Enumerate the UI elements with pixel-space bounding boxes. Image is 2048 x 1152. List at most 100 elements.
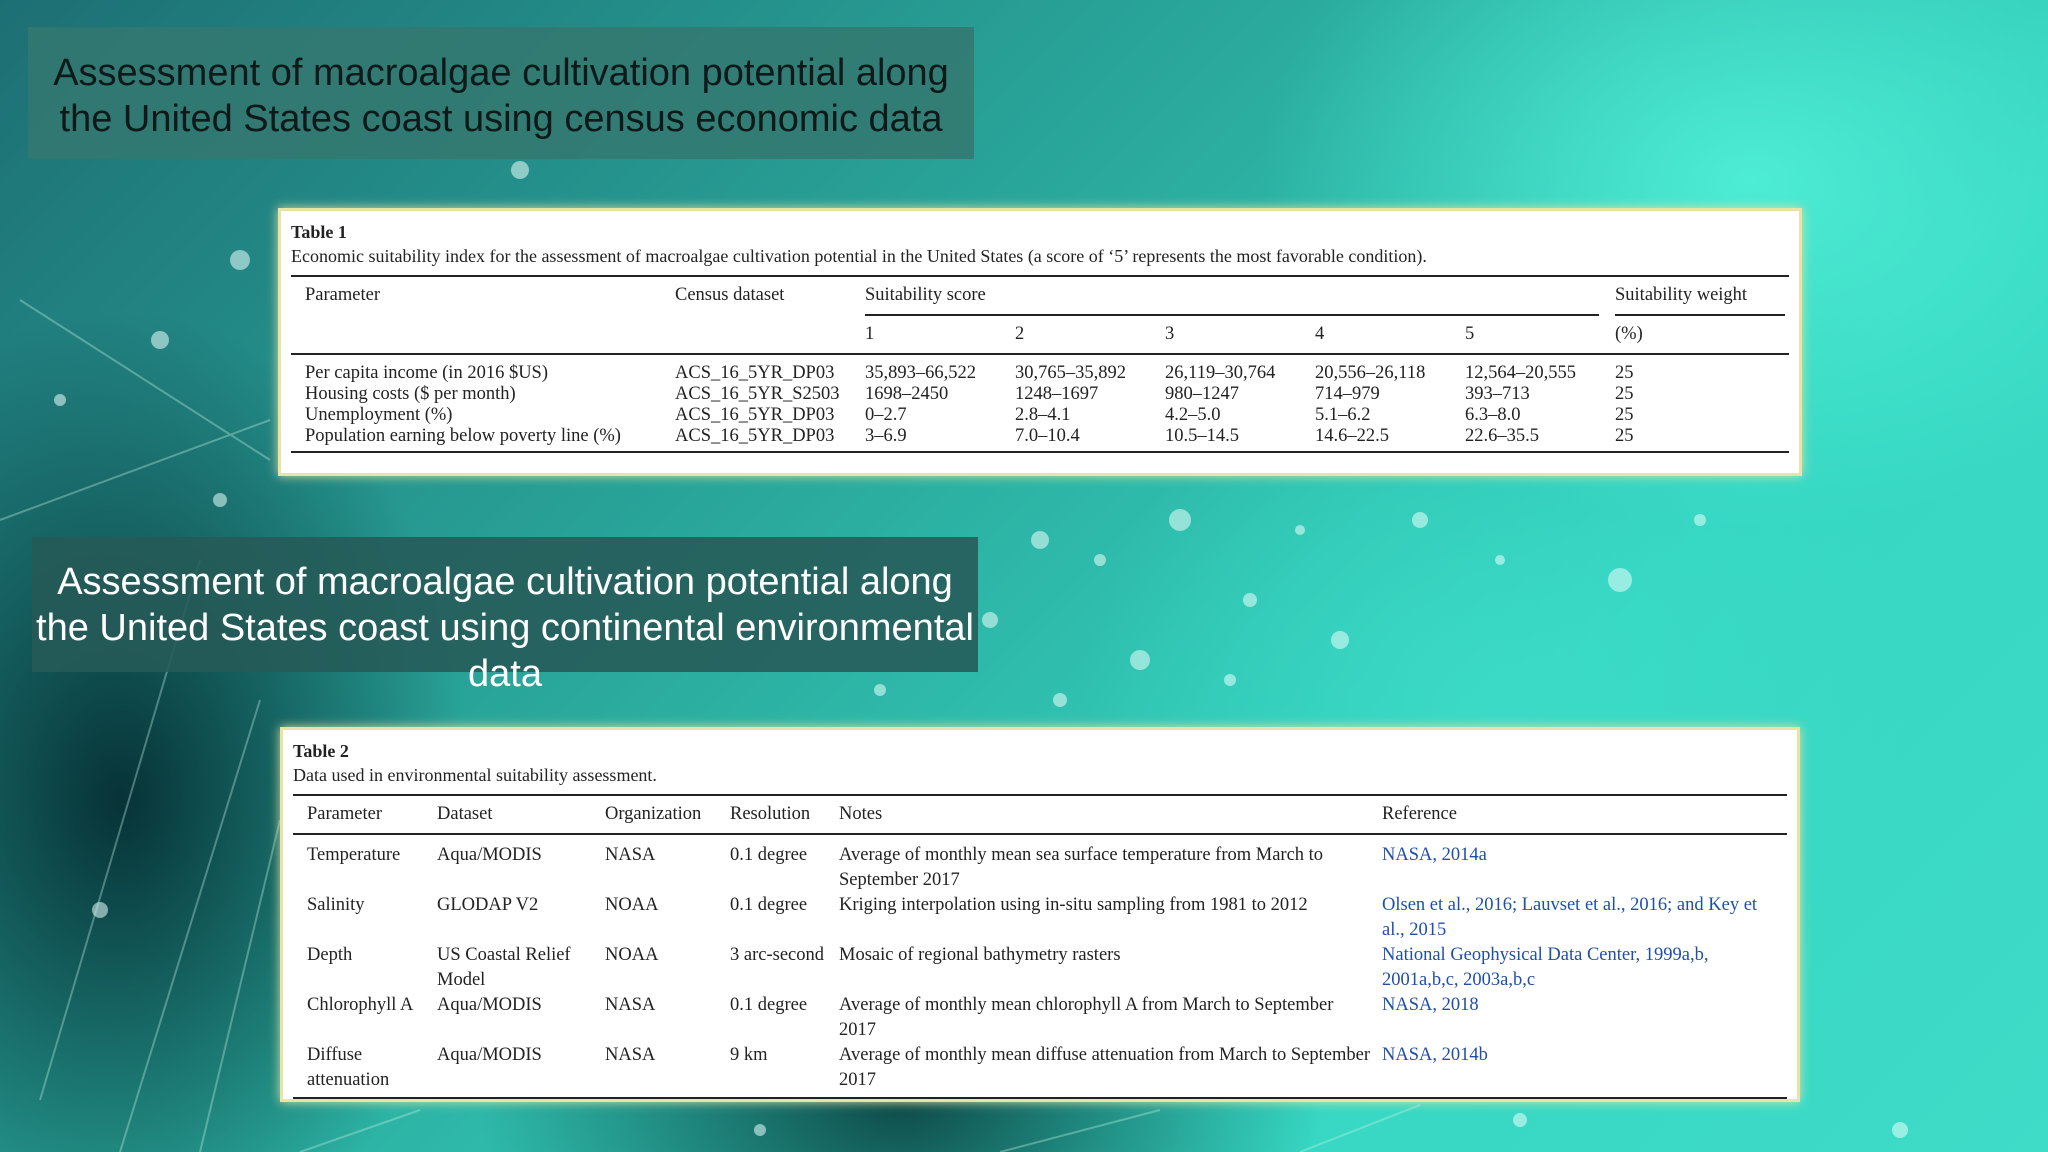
cell-parameter: Salinity xyxy=(307,895,365,915)
cell-score-2: 30,765–35,892 xyxy=(1015,363,1126,383)
col-header-notes: Notes xyxy=(839,804,883,824)
table-1: Parameter Census dataset Suitability sco… xyxy=(291,275,1789,453)
cell-weight: 25 xyxy=(1615,405,1634,425)
cell-census: ACS_16_5YR_DP03 xyxy=(675,405,835,425)
cell-parameter: Temperature xyxy=(307,845,401,865)
table-1-caption: Economic suitability index for the asses… xyxy=(291,246,1427,266)
cell-organization: NASA xyxy=(605,1045,656,1065)
cell-parameter: Diffuse attenuation xyxy=(307,1045,390,1090)
cell-parameter: Population earning below poverty line (%… xyxy=(305,426,621,446)
weight-unit: (%) xyxy=(1615,324,1643,344)
col-header-resolution: Resolution xyxy=(730,804,811,824)
cell-dataset: GLODAP V2 xyxy=(437,895,539,915)
cell-organization: NASA xyxy=(605,995,656,1015)
cell-census: ACS_16_5YR_DP03 xyxy=(675,426,835,446)
table-2-label: Table 2 xyxy=(293,741,349,761)
cell-weight: 25 xyxy=(1615,384,1634,404)
col-header-parameter: Parameter xyxy=(307,804,382,824)
cell-score-5: 22.6–35.5 xyxy=(1465,426,1539,446)
cell-dataset: Aqua/MODIS xyxy=(437,845,542,865)
col-header-dataset: Dataset xyxy=(437,804,493,824)
cell-resolution: 0.1 degree xyxy=(730,995,808,1015)
col-header-census-dataset: Census dataset xyxy=(675,285,785,305)
cell-census: ACS_16_5YR_S2503 xyxy=(675,384,840,404)
table-1-card: Table 1 Economic suitability index for t… xyxy=(278,208,1802,476)
slide-heading-1: Assessment of macroalgae cultivation pot… xyxy=(28,27,974,159)
cell-score-2: 1248–1697 xyxy=(1015,384,1099,404)
cell-notes: Average of monthly mean sea surface temp… xyxy=(839,845,1324,890)
cell-organization: NOAA xyxy=(605,895,659,915)
table-1-subheader-row: 1 2 3 4 5 (%) xyxy=(291,316,1789,354)
cell-score-2: 2.8–4.1 xyxy=(1015,405,1071,425)
col-header-suitability-weight: Suitability weight xyxy=(1611,276,1789,316)
cell-score-2: 7.0–10.4 xyxy=(1015,426,1080,446)
cell-score-5: 6.3–8.0 xyxy=(1465,405,1521,425)
table-2: Parameter Dataset Organization Resolutio… xyxy=(293,794,1787,1099)
col-header-organization: Organization xyxy=(605,804,702,824)
cell-parameter: Depth xyxy=(307,945,353,965)
cell-score-3: 26,119–30,764 xyxy=(1165,363,1276,383)
table-row: Housing costs ($ per month) ACS_16_5YR_S… xyxy=(291,384,1789,405)
cell-score-4: 14.6–22.5 xyxy=(1315,426,1389,446)
col-header-reference: Reference xyxy=(1382,804,1457,824)
cell-census: ACS_16_5YR_DP03 xyxy=(675,363,835,383)
score-header-5: 5 xyxy=(1465,324,1475,344)
cell-notes: Average of monthly mean chlorophyll A fr… xyxy=(839,995,1334,1040)
table-2-card: Table 2 Data used in environmental suita… xyxy=(280,727,1800,1102)
reference-link[interactable]: Olsen et al., 2016; Lauvset et al., 2016… xyxy=(1378,893,1787,943)
table-row: Depth US Coastal Relief Model NOAA 3 arc… xyxy=(293,943,1787,993)
reference-link[interactable]: NASA, 2014a xyxy=(1378,834,1787,893)
table-row: Chlorophyll A Aqua/MODIS NASA 0.1 degree… xyxy=(293,993,1787,1043)
cell-parameter: Chlorophyll A xyxy=(307,995,414,1015)
cell-score-4: 714–979 xyxy=(1315,384,1380,404)
col-header-parameter: Parameter xyxy=(305,285,380,305)
cell-score-5: 393–713 xyxy=(1465,384,1530,404)
table-row: Diffuse attenuation Aqua/MODIS NASA 9 km… xyxy=(293,1043,1787,1098)
score-header-2: 2 xyxy=(1015,324,1025,344)
table-1-label: Table 1 xyxy=(291,222,347,242)
score-header-4: 4 xyxy=(1315,324,1325,344)
cell-score-3: 10.5–14.5 xyxy=(1165,426,1239,446)
reference-link[interactable]: National Geophysical Data Center, 1999a,… xyxy=(1378,943,1787,993)
cell-organization: NOAA xyxy=(605,945,659,965)
reference-link[interactable]: NASA, 2018 xyxy=(1378,993,1787,1043)
cell-notes: Mosaic of regional bathymetry rasters xyxy=(839,945,1121,965)
cell-score-1: 1698–2450 xyxy=(865,384,949,404)
table-row: Per capita income (in 2016 $US) ACS_16_5… xyxy=(291,354,1789,384)
cell-score-3: 980–1247 xyxy=(1165,384,1239,404)
cell-organization: NASA xyxy=(605,845,656,865)
score-header-1: 1 xyxy=(865,324,875,344)
cell-resolution: 0.1 degree xyxy=(730,845,808,865)
suitability-score-label: Suitability score xyxy=(865,285,1599,316)
table-1-header-row: Parameter Census dataset Suitability sco… xyxy=(291,276,1789,316)
cell-parameter: Housing costs ($ per month) xyxy=(305,384,516,404)
cell-parameter: Unemployment (%) xyxy=(305,405,453,425)
cell-score-1: 35,893–66,522 xyxy=(865,363,976,383)
cell-notes: Average of monthly mean diffuse attenuat… xyxy=(839,1045,1371,1090)
cell-notes: Kriging interpolation using in-situ samp… xyxy=(839,895,1308,915)
cell-score-3: 4.2–5.0 xyxy=(1165,405,1221,425)
cell-resolution: 0.1 degree xyxy=(730,895,808,915)
table-2-caption: Data used in environmental suitability a… xyxy=(293,765,657,785)
cell-score-1: 3–6.9 xyxy=(865,426,907,446)
cell-score-4: 5.1–6.2 xyxy=(1315,405,1371,425)
cell-score-5: 12,564–20,555 xyxy=(1465,363,1576,383)
col-header-suitability-score: Suitability score xyxy=(861,276,1611,316)
cell-score-4: 20,556–26,118 xyxy=(1315,363,1426,383)
cell-resolution: 3 arc-second xyxy=(730,945,824,965)
cell-dataset: Aqua/MODIS xyxy=(437,1045,542,1065)
table-row: Temperature Aqua/MODIS NASA 0.1 degree A… xyxy=(293,834,1787,893)
cell-dataset: US Coastal Relief Model xyxy=(437,945,571,990)
table-row: Salinity GLODAP V2 NOAA 0.1 degree Krigi… xyxy=(293,893,1787,943)
cell-score-1: 0–2.7 xyxy=(865,405,907,425)
cell-weight: 25 xyxy=(1615,363,1634,383)
table-row: Unemployment (%) ACS_16_5YR_DP03 0–2.7 2… xyxy=(291,405,1789,426)
cell-weight: 25 xyxy=(1615,426,1634,446)
cell-parameter: Per capita income (in 2016 $US) xyxy=(305,363,549,383)
table-row: Population earning below poverty line (%… xyxy=(291,426,1789,452)
suitability-weight-label: Suitability weight xyxy=(1615,285,1785,316)
table-2-header-row: Parameter Dataset Organization Resolutio… xyxy=(293,795,1787,834)
slide-heading-2: Assessment of macroalgae cultivation pot… xyxy=(32,537,978,695)
score-header-3: 3 xyxy=(1165,324,1175,344)
reference-link[interactable]: NASA, 2014b xyxy=(1378,1043,1787,1098)
